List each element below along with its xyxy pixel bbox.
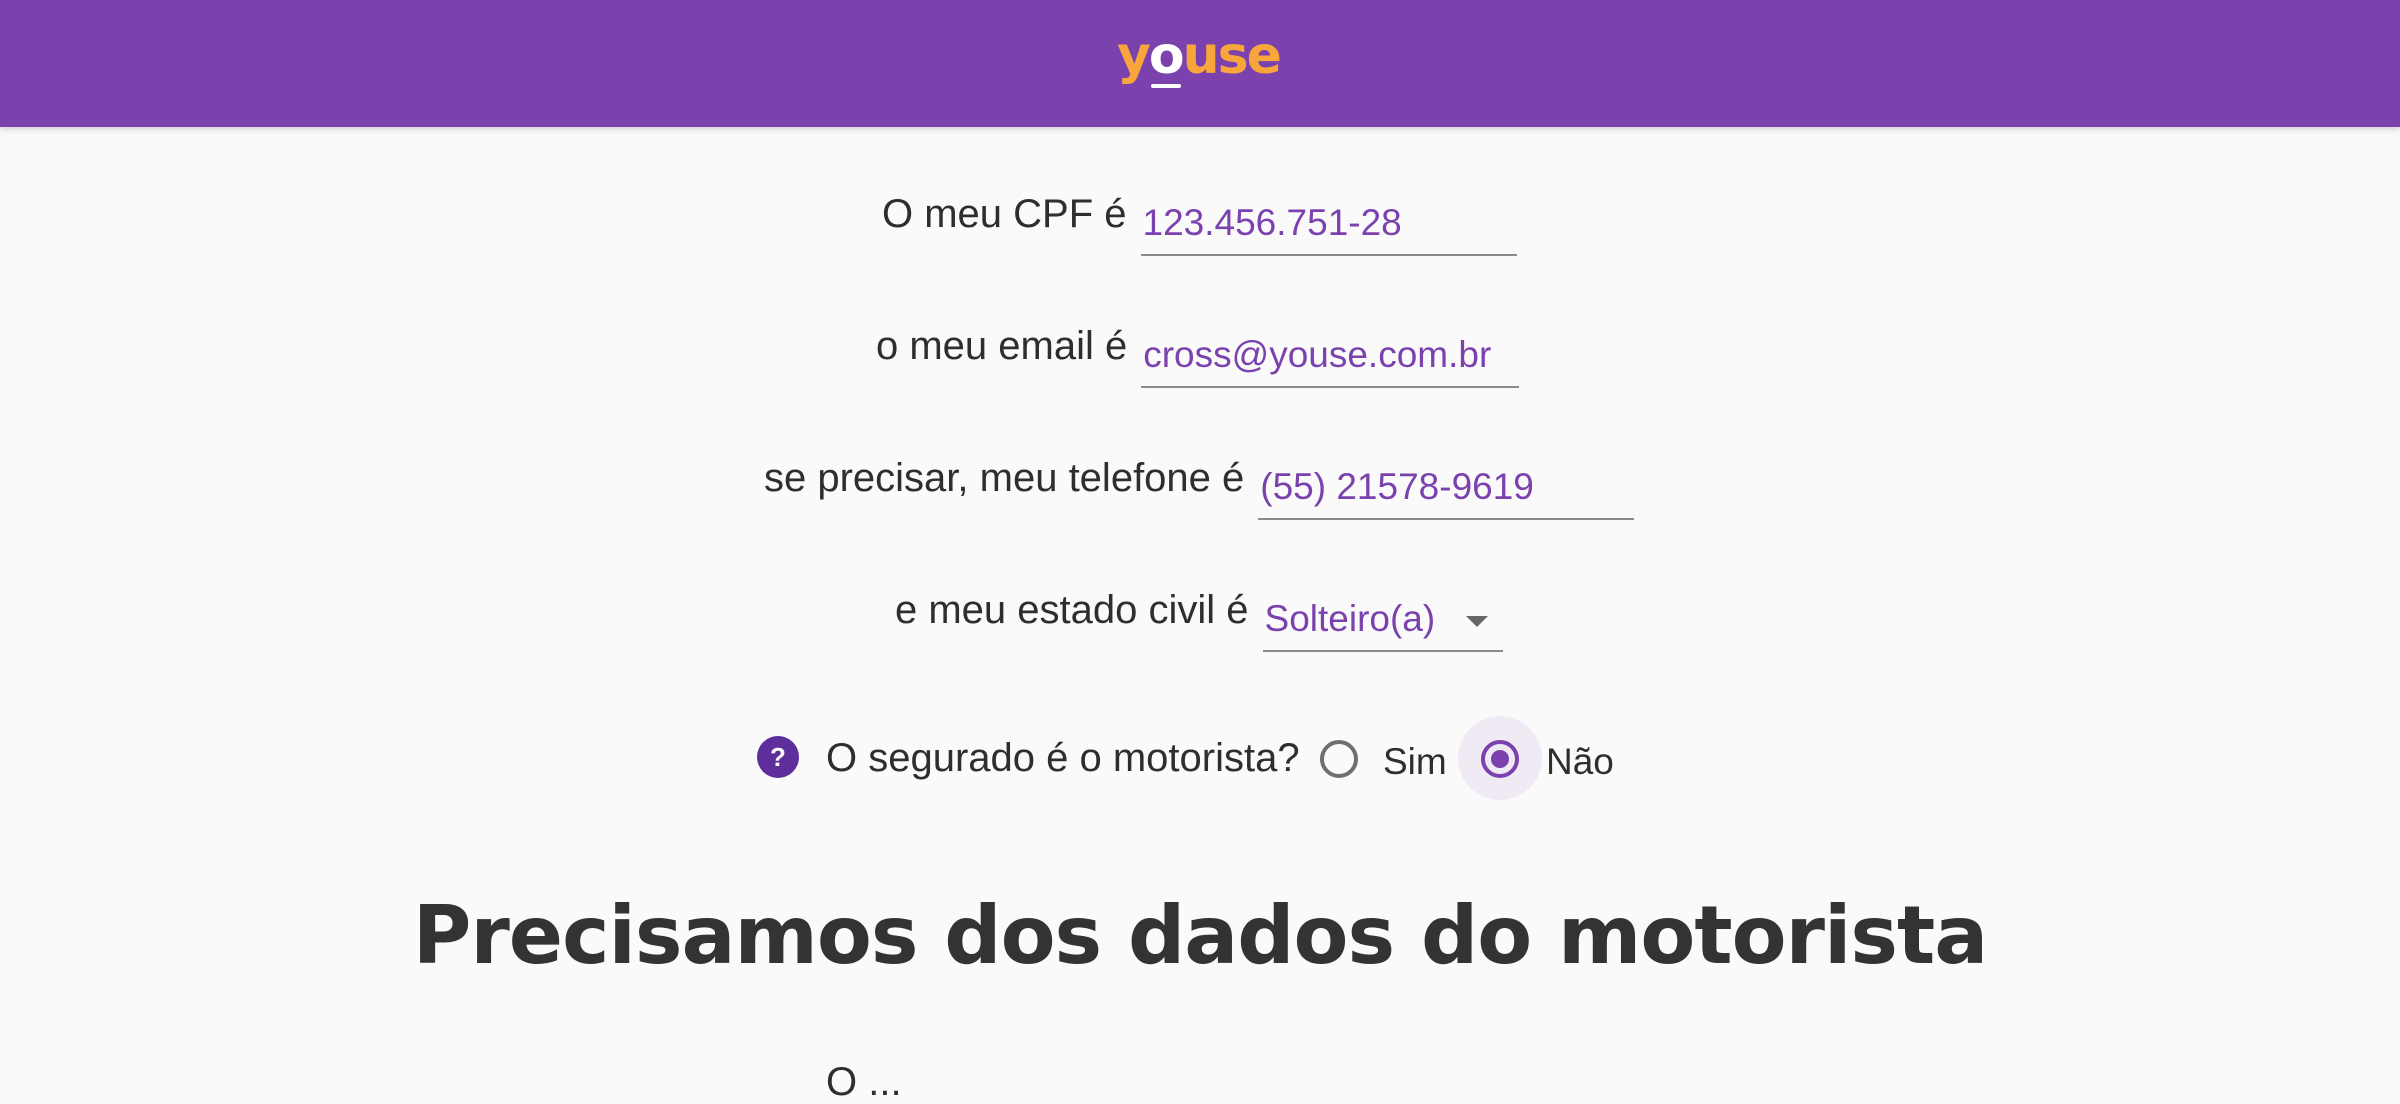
phone-field[interactable] [1258,454,1635,520]
phone-row: se precisar, meu telefone é [764,454,1635,520]
marital-status-value: Solteiro(a) [1264,598,1436,639]
section-heading: Precisamos dos dados do motorista [412,889,1989,982]
email-label: o meu email é [876,324,1128,368]
chevron-down-icon[interactable] [1465,616,1488,627]
radio-nao[interactable] [1481,740,1519,778]
marital-status-select[interactable]: Solteiro(a) [1262,586,1503,652]
youse-logo[interactable]: y o use [1117,30,1283,90]
next-field-label-partial: O ... [826,1060,902,1104]
cpf-input[interactable] [1140,190,1517,244]
email-input[interactable] [1141,322,1520,376]
radio-sim[interactable] [1320,740,1358,778]
marital-status-label: e meu estado civil é [895,588,1249,632]
radio-nao-label[interactable]: Não [1546,743,1614,780]
insured-driver-question: O segurado é o motorista? [826,736,1300,780]
email-row: o meu email é [876,322,1520,388]
marital-status-row: e meu estado civil é Solteiro(a) [895,586,1503,652]
question-mark-icon[interactable]: ? [757,736,799,778]
phone-label: se precisar, meu telefone é [764,456,1245,500]
radio-sim-label[interactable]: Sim [1383,743,1447,780]
cpf-label: O meu CPF é [882,192,1127,236]
cpf-field[interactable] [1140,190,1517,256]
email-field[interactable] [1141,322,1520,388]
radio-selected-dot [1491,750,1509,768]
cpf-row: O meu CPF é [882,190,1517,256]
phone-input[interactable] [1258,454,1635,508]
top-bar: y o use [0,0,2400,127]
